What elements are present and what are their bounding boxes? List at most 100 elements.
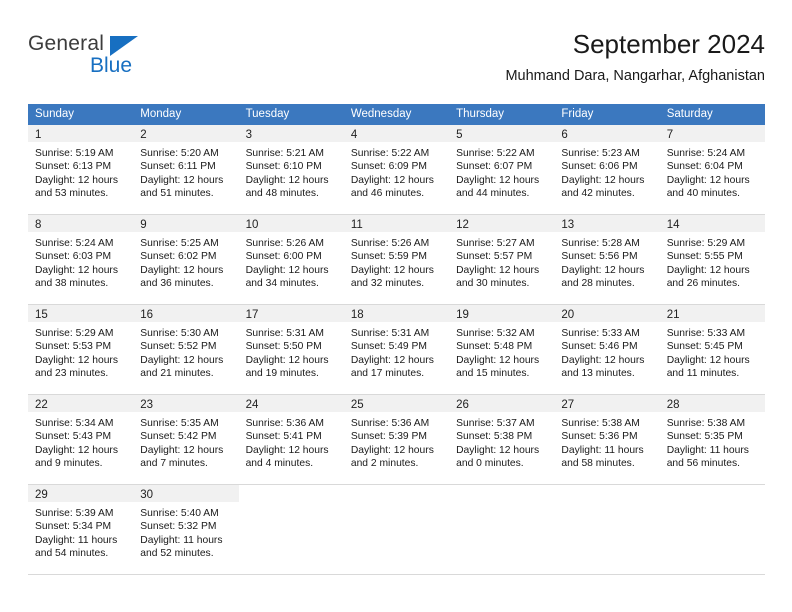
day-cell[interactable]: 5 Sunrise: 5:22 AM Sunset: 6:07 PM Daylight…	[449, 125, 555, 214]
day-cell-body: Sunrise: 5:36 AM Sunset: 5:41 PM Daylight:…	[239, 412, 344, 470]
day-cell-body: Sunrise: 5:28 AM Sunset: 5:56 PM Daylight:…	[554, 232, 659, 290]
day-cell[interactable]: 29 Sunrise: 5:39 AM Sunset: 5:34 PM Dayligh…	[28, 485, 134, 574]
sunset-time: Sunset: 6:10 PM	[245, 161, 322, 173]
sunset-time: Sunset: 5:50 PM	[245, 341, 322, 353]
day-number: 12	[456, 219, 469, 231]
sunrise-time: Sunrise: 5:26 AM	[350, 238, 430, 249]
daylight-duration-line1: Daylight: 12 hours	[666, 264, 750, 276]
day-cell-body: Sunrise: 5:25 AM Sunset: 6:02 PM Daylight:…	[133, 232, 238, 290]
day-number: 13	[561, 219, 575, 231]
day-cell[interactable]: 10 Sunrise: 5:26 AM Sunset: 6:00 PM Dayligh…	[238, 215, 344, 304]
day-cell[interactable]: 27 Sunrise: 5:38 AM Sunset: 5:36 PM Dayligh…	[554, 395, 660, 484]
day-number: 20	[561, 309, 575, 321]
daylight-duration-line2: and 51 minutes.	[140, 187, 214, 199]
day-cell[interactable]: 9 Sunrise: 5:25 AM Sunset: 6:02 PM Daylight…	[133, 215, 239, 304]
day-number-band	[554, 485, 660, 502]
sunrise-time: Sunrise: 5:36 AM	[245, 418, 324, 429]
day-number: 27	[561, 399, 575, 411]
sunrise-time: Sunrise: 5:25 AM	[140, 238, 219, 249]
day-number: 15	[35, 309, 48, 321]
day-number: 3	[245, 129, 252, 141]
day-cell-empty	[554, 485, 660, 574]
day-cell[interactable]: 7 Sunrise: 5:24 AM Sunset: 6:04 PM Daylight…	[659, 125, 765, 214]
day-cell-empty	[343, 485, 450, 574]
day-cell[interactable]: 6 Sunrise: 5:23 AM Sunset: 6:06 PM Daylight…	[554, 125, 660, 214]
daylight-duration-line2: and 58 minutes.	[561, 457, 635, 469]
day-number: 2	[140, 129, 147, 141]
day-cell[interactable]: 30 Sunrise: 5:40 AM Sunset: 5:32 PM Dayligh…	[133, 485, 239, 574]
day-cell[interactable]: 4 Sunrise: 5:22 AM Sunset: 6:09 PM Daylight…	[343, 125, 450, 214]
day-cell[interactable]: 2 Sunrise: 5:20 AM Sunset: 6:11 PM Daylight…	[133, 125, 239, 214]
day-cell[interactable]: 8 Sunrise: 5:24 AM Sunset: 6:03 PM Daylight…	[28, 215, 134, 304]
sunrise-time: Sunrise: 5:33 AM	[666, 328, 746, 339]
daylight-duration-line1: Daylight: 12 hours	[140, 444, 224, 456]
sunrise-time: Sunrise: 5:35 AM	[140, 418, 219, 429]
sunrise-time: Sunrise: 5:36 AM	[350, 418, 430, 429]
day-cell-body: Sunrise: 5:23 AM Sunset: 6:06 PM Daylight:…	[554, 142, 659, 200]
daylight-duration-line1: Daylight: 12 hours	[561, 264, 645, 276]
daylight-duration-line1: Daylight: 12 hours	[35, 444, 118, 456]
day-number-band: 5	[449, 125, 555, 142]
day-number-band: 12	[449, 215, 555, 232]
sunset-time: Sunset: 5:45 PM	[666, 341, 743, 353]
day-cell[interactable]: 11 Sunrise: 5:26 AM Sunset: 5:59 PM Dayligh…	[343, 215, 450, 304]
day-cell-body: Sunrise: 5:36 AM Sunset: 5:39 PM Daylight:…	[344, 412, 449, 470]
sunset-time: Sunset: 6:02 PM	[140, 251, 217, 263]
sunset-time: Sunset: 5:36 PM	[561, 431, 638, 443]
day-cell[interactable]: 26 Sunrise: 5:37 AM Sunset: 5:38 PM Dayligh…	[449, 395, 555, 484]
day-number: 7	[666, 129, 674, 141]
day-number: 17	[245, 309, 259, 321]
day-cell[interactable]: 20 Sunrise: 5:33 AM Sunset: 5:46 PM Dayligh…	[554, 305, 660, 394]
sunrise-time: Sunrise: 5:29 AM	[666, 238, 746, 249]
day-number: 24	[245, 399, 259, 411]
day-cell-body: Sunrise: 5:33 AM Sunset: 5:46 PM Daylight:…	[554, 322, 659, 380]
day-cell[interactable]: 16 Sunrise: 5:30 AM Sunset: 5:52 PM Dayligh…	[133, 305, 239, 394]
sunrise-time: Sunrise: 5:31 AM	[245, 328, 324, 339]
day-cell[interactable]: 14 Sunrise: 5:29 AM Sunset: 5:55 PM Dayligh…	[659, 215, 765, 304]
day-cell-body: Sunrise: 5:26 AM Sunset: 6:00 PM Daylight:…	[239, 232, 344, 290]
day-cell-body: Sunrise: 5:27 AM Sunset: 5:57 PM Daylight:…	[449, 232, 554, 290]
daylight-duration-line1: Daylight: 11 hours	[666, 444, 749, 456]
calendar-week-row: 29 Sunrise: 5:39 AM Sunset: 5:34 PM Dayligh…	[28, 485, 765, 575]
day-number-band: 10	[238, 215, 344, 232]
day-number-band: 14	[659, 215, 765, 232]
sunset-time: Sunset: 5:39 PM	[350, 431, 427, 443]
day-cell-body: Sunrise: 5:38 AM Sunset: 5:36 PM Daylight:…	[554, 412, 659, 470]
day-cell[interactable]: 12 Sunrise: 5:27 AM Sunset: 5:57 PM Dayligh…	[449, 215, 555, 304]
day-number: 16	[140, 309, 154, 321]
daylight-duration-line2: and 15 minutes.	[456, 367, 530, 379]
blue-triangle-icon	[110, 36, 138, 56]
day-cell[interactable]: 18 Sunrise: 5:31 AM Sunset: 5:49 PM Dayligh…	[343, 305, 450, 394]
day-cell[interactable]: 23 Sunrise: 5:35 AM Sunset: 5:42 PM Dayligh…	[133, 395, 239, 484]
day-cell[interactable]: 21 Sunrise: 5:33 AM Sunset: 5:45 PM Dayligh…	[659, 305, 765, 394]
day-cell[interactable]: 1 Sunrise: 5:19 AM Sunset: 6:13 PM Daylight…	[28, 125, 134, 214]
day-number-band: 20	[554, 305, 660, 322]
day-cell[interactable]: 28 Sunrise: 5:38 AM Sunset: 5:35 PM Dayligh…	[659, 395, 765, 484]
day-number: 6	[561, 129, 568, 141]
weekday-header-sunday: Sunday	[35, 108, 75, 120]
daylight-duration-line1: Daylight: 12 hours	[350, 444, 434, 456]
day-cell-empty	[449, 485, 555, 574]
sunset-time: Sunset: 5:43 PM	[35, 431, 112, 443]
daylight-duration-line1: Daylight: 12 hours	[140, 264, 224, 276]
day-number-band: 19	[449, 305, 555, 322]
day-cell[interactable]: 19 Sunrise: 5:32 AM Sunset: 5:48 PM Dayligh…	[449, 305, 555, 394]
daylight-duration-line2: and 48 minutes.	[245, 187, 319, 199]
day-cell[interactable]: 25 Sunrise: 5:36 AM Sunset: 5:39 PM Dayligh…	[343, 395, 450, 484]
daylight-duration-line1: Daylight: 12 hours	[35, 354, 118, 366]
day-cell-body: Sunrise: 5:38 AM Sunset: 5:35 PM Daylight:…	[660, 412, 765, 470]
daylight-duration-line2: and 32 minutes.	[350, 277, 425, 289]
day-cell[interactable]: 24 Sunrise: 5:36 AM Sunset: 5:41 PM Dayligh…	[238, 395, 344, 484]
day-cell[interactable]: 17 Sunrise: 5:31 AM Sunset: 5:50 PM Dayligh…	[238, 305, 344, 394]
day-cell[interactable]: 15 Sunrise: 5:29 AM Sunset: 5:53 PM Dayligh…	[28, 305, 134, 394]
day-cell-body: Sunrise: 5:24 AM Sunset: 6:03 PM Daylight:…	[28, 232, 133, 290]
day-cell[interactable]: 3 Sunrise: 5:21 AM Sunset: 6:10 PM Daylight…	[238, 125, 344, 214]
generalblue-logo[interactable]: General Blue	[28, 32, 168, 84]
day-cell[interactable]: 22 Sunrise: 5:34 AM Sunset: 5:43 PM Dayligh…	[28, 395, 134, 484]
day-number: 21	[666, 309, 680, 321]
daylight-duration-line2: and 56 minutes.	[666, 457, 740, 469]
daylight-duration-line2: and 7 minutes.	[140, 457, 208, 469]
daylight-duration-line2: and 34 minutes.	[245, 277, 319, 289]
day-cell[interactable]: 13 Sunrise: 5:28 AM Sunset: 5:56 PM Dayligh…	[554, 215, 660, 304]
daylight-duration-line2: and 40 minutes.	[666, 187, 740, 199]
